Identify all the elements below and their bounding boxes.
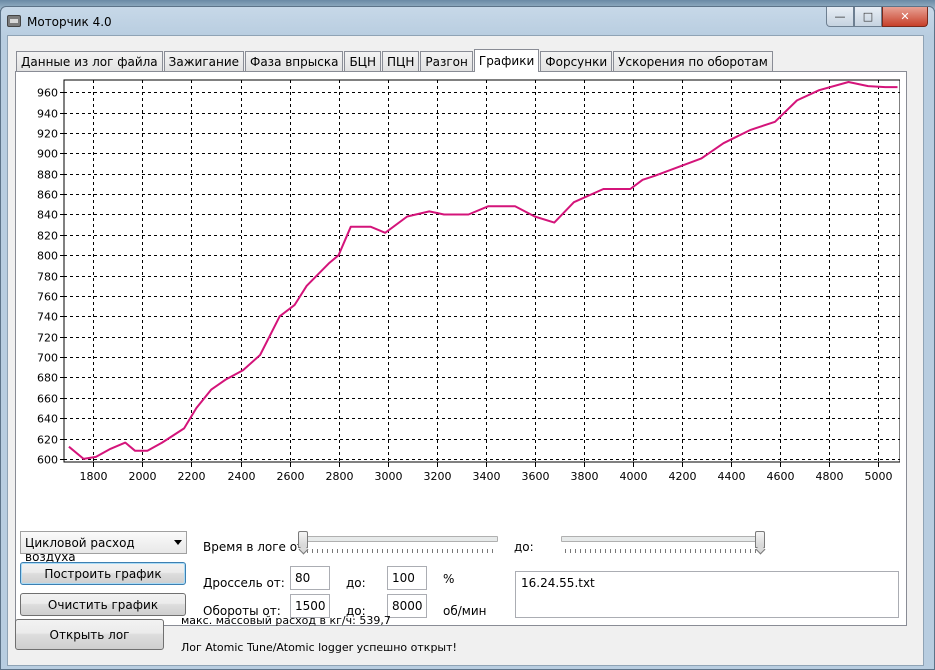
y-tick-label: 700 xyxy=(37,352,58,365)
status-label: Лог Atomic Tune/Atomic logger успешно от… xyxy=(181,641,457,654)
time-from-label: Время в логе от xyxy=(203,540,305,554)
throttle-from-label: Дроссель от: xyxy=(203,576,285,590)
x-tick-label: 4200 xyxy=(669,470,697,483)
y-tick-label: 780 xyxy=(37,271,58,284)
y-tick-label: 720 xyxy=(37,332,58,345)
time-to-label: до: xyxy=(514,540,534,554)
y-tick-label: 640 xyxy=(37,413,58,426)
maximize-button[interactable]: □ xyxy=(854,7,882,27)
tab-5[interactable]: Разгон xyxy=(420,51,473,71)
y-tick-label: 960 xyxy=(37,87,58,100)
tab-3[interactable]: БЦН xyxy=(344,51,382,71)
throttle-from-input[interactable]: 80 xyxy=(290,566,330,590)
x-tick-label: 3200 xyxy=(424,470,452,483)
clear-chart-button[interactable]: Очистить график xyxy=(20,593,186,616)
x-tick-label: 2200 xyxy=(178,470,206,483)
x-tick-label: 4400 xyxy=(718,470,746,483)
minimize-button[interactable]: — xyxy=(826,7,854,27)
slider-track xyxy=(561,536,765,542)
title-bar[interactable]: Моторчик 4.0 — □ ✕ xyxy=(1,7,935,33)
x-tick-label: 2400 xyxy=(228,470,256,483)
throttle-to-input[interactable]: 100 xyxy=(387,566,427,590)
tab-6[interactable]: Графики xyxy=(473,49,540,72)
maximize-icon: □ xyxy=(862,10,874,23)
slider-ticks xyxy=(302,549,494,553)
slider-thumb[interactable] xyxy=(298,531,308,548)
y-tick-label: 680 xyxy=(37,372,58,385)
y-tick-label: 660 xyxy=(37,393,58,406)
tab-0[interactable]: Данные из лог файла xyxy=(16,51,163,71)
tab-bar: Данные из лог файла Зажигание Фаза впрыска… xyxy=(16,49,774,72)
chart-svg: 600 620 640 660 680 700 720 740 760 780 800 820 840 8… xyxy=(37,79,900,483)
y-tick-label: 740 xyxy=(37,311,58,324)
x-tick-label: 2600 xyxy=(277,470,305,483)
rpm-unit: об/мин xyxy=(443,604,487,618)
slider-ticks xyxy=(565,549,761,553)
file-list-item[interactable]: 16.24.55.txt xyxy=(521,576,595,590)
tab-8[interactable]: Ускорения по оборотам xyxy=(613,51,773,71)
x-tick-label: 4800 xyxy=(816,470,844,483)
x-tick-label: 3400 xyxy=(473,470,501,483)
x-tick-label: 1800 xyxy=(80,470,108,483)
y-tick-label: 760 xyxy=(37,291,58,304)
y-tick-label: 840 xyxy=(37,209,58,222)
window-title: Моторчик 4.0 xyxy=(27,15,112,29)
throttle-to-label: до: xyxy=(346,576,366,590)
x-tick-label: 2800 xyxy=(326,470,354,483)
y-tick-label: 900 xyxy=(37,148,58,161)
x-tick-label: 3600 xyxy=(522,470,550,483)
parameter-select[interactable]: Цикловой расход воздуха xyxy=(20,531,187,564)
x-tick-label: 3000 xyxy=(375,470,403,483)
x-tick-label: 3800 xyxy=(571,470,599,483)
y-tick-label: 940 xyxy=(37,108,58,121)
close-icon: ✕ xyxy=(900,10,910,23)
chevron-down-icon xyxy=(174,540,182,545)
file-list-box[interactable]: 16.24.55.txt xyxy=(515,571,899,618)
parameter-select-value: Цикловой расход воздуха xyxy=(25,536,135,564)
slider-thumb[interactable] xyxy=(755,531,765,548)
y-tick-label: 880 xyxy=(37,169,58,182)
y-tick-label: 860 xyxy=(37,189,58,202)
time-from-slider[interactable] xyxy=(298,531,498,555)
tab-7[interactable]: Форсунки xyxy=(540,51,613,71)
time-to-slider[interactable] xyxy=(561,531,765,555)
x-tick-label: 5000 xyxy=(865,470,893,483)
minimize-icon: — xyxy=(834,10,846,23)
engine-icon xyxy=(7,15,21,27)
y-tick-label: 820 xyxy=(37,230,58,243)
tab-2[interactable]: Фаза впрыска xyxy=(245,51,344,71)
tab-panel-graphs: 600 620 640 660 680 700 720 740 760 780 800 820 840 8… xyxy=(15,71,907,626)
close-button[interactable]: ✕ xyxy=(882,7,928,27)
build-chart-button[interactable]: Построить график xyxy=(20,562,186,585)
x-tick-label: 4600 xyxy=(767,470,795,483)
max-flow-label: макс. массовый расход в кг/ч: 539,7 xyxy=(181,614,391,627)
y-tick-label: 620 xyxy=(37,434,58,447)
open-log-button[interactable]: Открыть лог xyxy=(15,619,164,650)
client-area: Данные из лог файла Зажигание Фаза впрыска… xyxy=(7,35,924,666)
throttle-unit: % xyxy=(443,572,455,586)
tab-4[interactable]: ПЦН xyxy=(382,51,420,71)
tab-1[interactable]: Зажигание xyxy=(163,51,244,71)
x-tick-label: 2000 xyxy=(129,470,157,483)
window-controls: — □ ✕ xyxy=(826,7,928,27)
rpm-to-input[interactable]: 8000 xyxy=(387,594,427,618)
chart: 600 620 640 660 680 700 720 740 760 780 800 820 840 8… xyxy=(20,75,900,510)
y-tick-label: 920 xyxy=(37,128,58,141)
y-tick-label: 600 xyxy=(37,454,58,467)
app-window: Моторчик 4.0 — □ ✕ Данные из лог файла За… xyxy=(0,6,935,670)
x-tick-label: 4000 xyxy=(620,470,648,483)
y-tick-label: 800 xyxy=(37,250,58,263)
slider-track xyxy=(298,536,498,542)
plot-area xyxy=(63,79,900,463)
